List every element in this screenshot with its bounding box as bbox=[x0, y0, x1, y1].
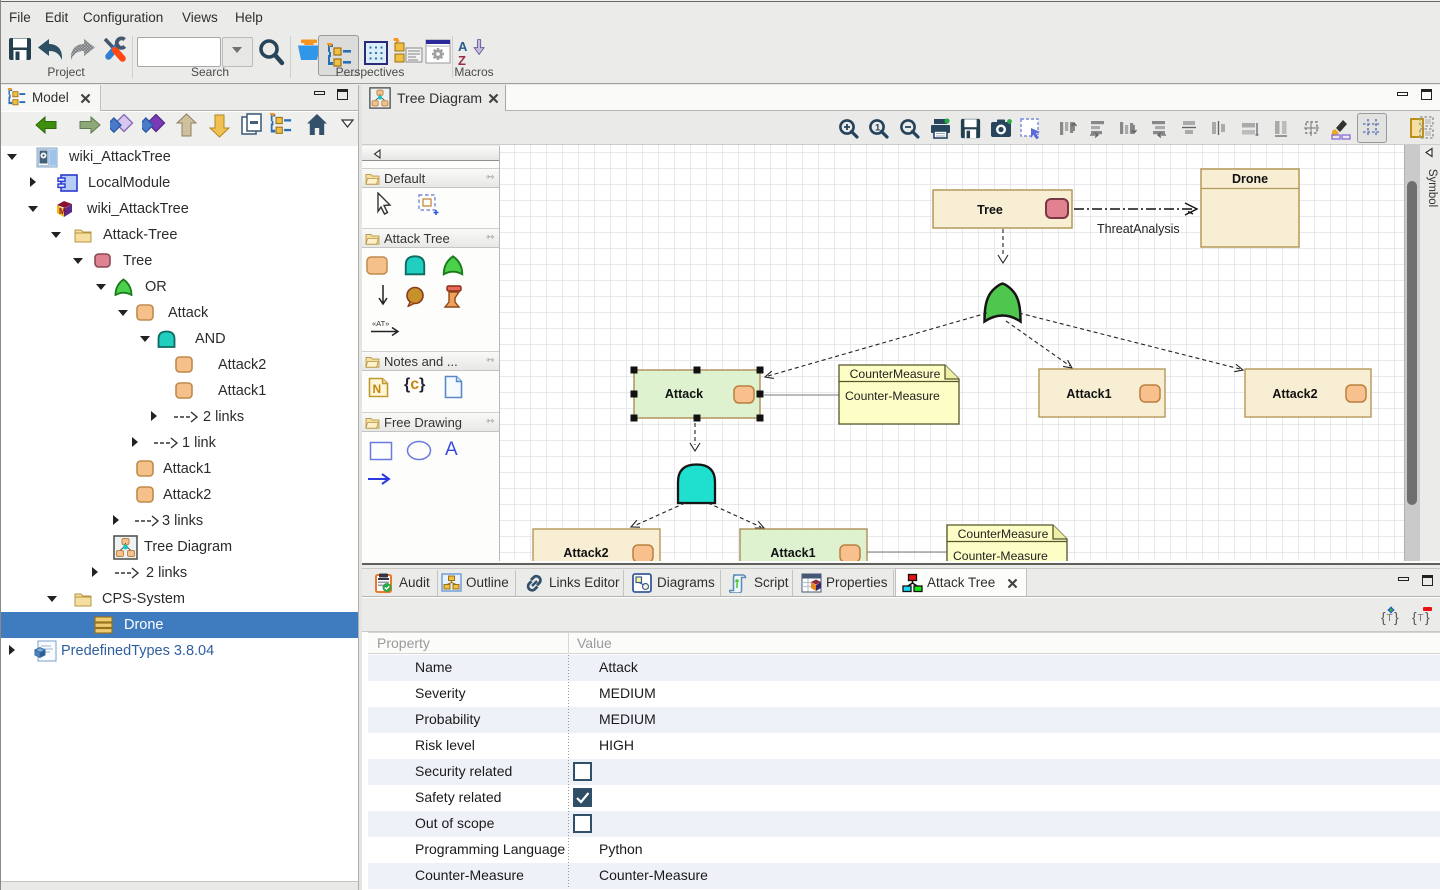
svg-text:Counter-Measure: Counter-Measure bbox=[845, 389, 940, 403]
svg-text:Tree: Tree bbox=[977, 203, 1003, 217]
svg-text:«AT»: «AT» bbox=[372, 319, 389, 328]
svg-text:A: A bbox=[458, 39, 468, 54]
svg-text:Attack2: Attack2 bbox=[1272, 387, 1317, 401]
svg-text:1: 1 bbox=[875, 123, 881, 134]
svg-text:}: } bbox=[1394, 609, 1399, 625]
svg-text:Attack2: Attack2 bbox=[563, 546, 608, 560]
svg-text:T: T bbox=[1387, 613, 1393, 624]
svg-text:{: { bbox=[1412, 609, 1417, 625]
svg-text:Attack: Attack bbox=[665, 387, 703, 401]
svg-text:{: { bbox=[1381, 609, 1386, 625]
svg-text:Counter-Measure: Counter-Measure bbox=[953, 549, 1048, 561]
svg-text:M: M bbox=[59, 207, 66, 216]
svg-text:CounterMeasure: CounterMeasure bbox=[850, 367, 941, 381]
svg-text:Attack1: Attack1 bbox=[1066, 387, 1111, 401]
svg-text:T: T bbox=[1418, 613, 1424, 624]
svg-text:Drone: Drone bbox=[1232, 172, 1268, 186]
svg-text:ThreatAnalysis: ThreatAnalysis bbox=[1097, 222, 1180, 236]
svg-text:N: N bbox=[373, 382, 382, 396]
svg-text:}: } bbox=[1425, 609, 1430, 625]
svg-text:Attack1: Attack1 bbox=[770, 546, 815, 560]
svg-text:CounterMeasure: CounterMeasure bbox=[958, 527, 1049, 541]
